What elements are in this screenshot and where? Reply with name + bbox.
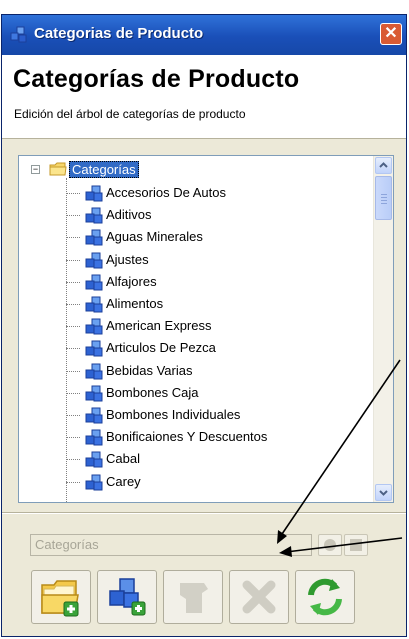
tree-connector xyxy=(66,178,67,502)
tree-connector-branch xyxy=(66,215,80,217)
collapse-toggle[interactable]: − xyxy=(31,165,40,174)
tree-item-label: Bonificaiones Y Descuentos xyxy=(106,429,268,445)
tree-item-label: Aguas Minerales xyxy=(106,229,203,245)
refresh-button[interactable] xyxy=(295,570,355,624)
tree-item-label: Bebidas Varias xyxy=(106,362,193,378)
category-tree[interactable]: − Categorías Accesorios De Autos Aditivos… xyxy=(18,155,394,503)
categories-window: Categorias de Producto ✕ Categorías de P… xyxy=(1,14,407,637)
tree-connector-branch xyxy=(66,437,80,439)
tree-connector-branch xyxy=(66,237,80,239)
edit-button[interactable] xyxy=(163,570,223,624)
tree-root-item[interactable]: Categorías xyxy=(69,161,139,178)
category-name-field[interactable]: Categorías xyxy=(30,534,312,556)
scroll-thumb[interactable] xyxy=(375,176,392,220)
tree-item-label: Cabal xyxy=(106,451,140,467)
scroll-up-button[interactable] xyxy=(375,157,392,174)
tree-connector-branch xyxy=(66,481,80,483)
category-cubes-icon xyxy=(85,474,103,491)
tree-content: − Categorías Accesorios De Autos Aditivos… xyxy=(19,156,373,502)
tree-item-label: Ajustes xyxy=(106,251,149,267)
add-folder-button[interactable] xyxy=(31,570,91,624)
category-cubes-icon xyxy=(85,407,103,424)
category-cubes-icon xyxy=(85,318,103,335)
app-cubes-icon xyxy=(10,26,27,43)
edit-icon xyxy=(180,583,208,613)
close-button[interactable]: ✕ xyxy=(380,23,402,45)
tree-item-label: Bombones Caja xyxy=(106,384,199,400)
delete-x-icon xyxy=(242,580,276,614)
cancel-edit-button[interactable] xyxy=(344,534,368,556)
window-title: Categorias de Producto xyxy=(34,25,204,42)
title-bar[interactable]: Categorias de Producto ✕ xyxy=(2,15,406,55)
page-title: Categorías de Producto xyxy=(13,65,300,93)
confirm-button[interactable] xyxy=(318,534,342,556)
scroll-down-button[interactable] xyxy=(375,484,392,501)
category-cubes-icon xyxy=(85,274,103,291)
circle-icon xyxy=(324,539,336,551)
folder-icon xyxy=(49,162,67,176)
category-cubes-icon xyxy=(85,385,103,402)
tree-item-label: American Express xyxy=(106,318,212,334)
header-panel: Categorías de Producto Edición del árbol… xyxy=(2,55,406,139)
tree-connector-branch xyxy=(66,348,80,350)
category-cubes-icon xyxy=(85,207,103,224)
tree-connector-branch xyxy=(66,193,80,194)
category-cubes-icon xyxy=(85,451,103,468)
tree-item-label: Alimentos xyxy=(106,296,164,311)
tree-item-label: Accesorios De Autos xyxy=(106,185,226,200)
page-subtitle: Edición del árbol de categorías de produ… xyxy=(14,107,246,121)
tree-item-label: Carey xyxy=(106,473,141,489)
square-icon xyxy=(350,539,362,551)
chevron-up-icon xyxy=(379,162,388,168)
tree-connector-branch xyxy=(66,370,80,372)
delete-button[interactable] xyxy=(229,570,289,624)
tree-item-label: Aditivos xyxy=(106,207,152,223)
add-category-button[interactable] xyxy=(97,570,157,624)
tree-connector-branch xyxy=(66,304,80,305)
tree-connector-branch xyxy=(66,259,80,261)
chevron-down-icon xyxy=(379,490,388,496)
tree-item-label: Alfajores xyxy=(106,273,157,289)
cubes-add-icon xyxy=(109,578,146,616)
tree-connector-branch xyxy=(66,392,80,394)
refresh-icon xyxy=(308,578,342,616)
folder-add-icon xyxy=(41,580,79,617)
category-cubes-icon xyxy=(85,296,103,313)
category-cubes-icon xyxy=(85,363,103,380)
tree-connector-branch xyxy=(66,415,80,416)
tree-connector-branch xyxy=(66,281,80,283)
category-cubes-icon xyxy=(85,340,103,357)
tree-scrollbar[interactable] xyxy=(373,156,393,502)
tree-connector-branch xyxy=(66,326,80,328)
category-cubes-icon xyxy=(85,252,103,269)
section-divider xyxy=(2,512,406,514)
tree-item-label: Bombones Individuales xyxy=(106,407,241,422)
category-cubes-icon xyxy=(85,229,103,246)
category-cubes-icon xyxy=(85,185,103,202)
category-cubes-icon xyxy=(85,429,103,446)
tree-item-label: Articulos De Pezca xyxy=(106,340,216,356)
tree-connector-branch xyxy=(66,459,80,461)
